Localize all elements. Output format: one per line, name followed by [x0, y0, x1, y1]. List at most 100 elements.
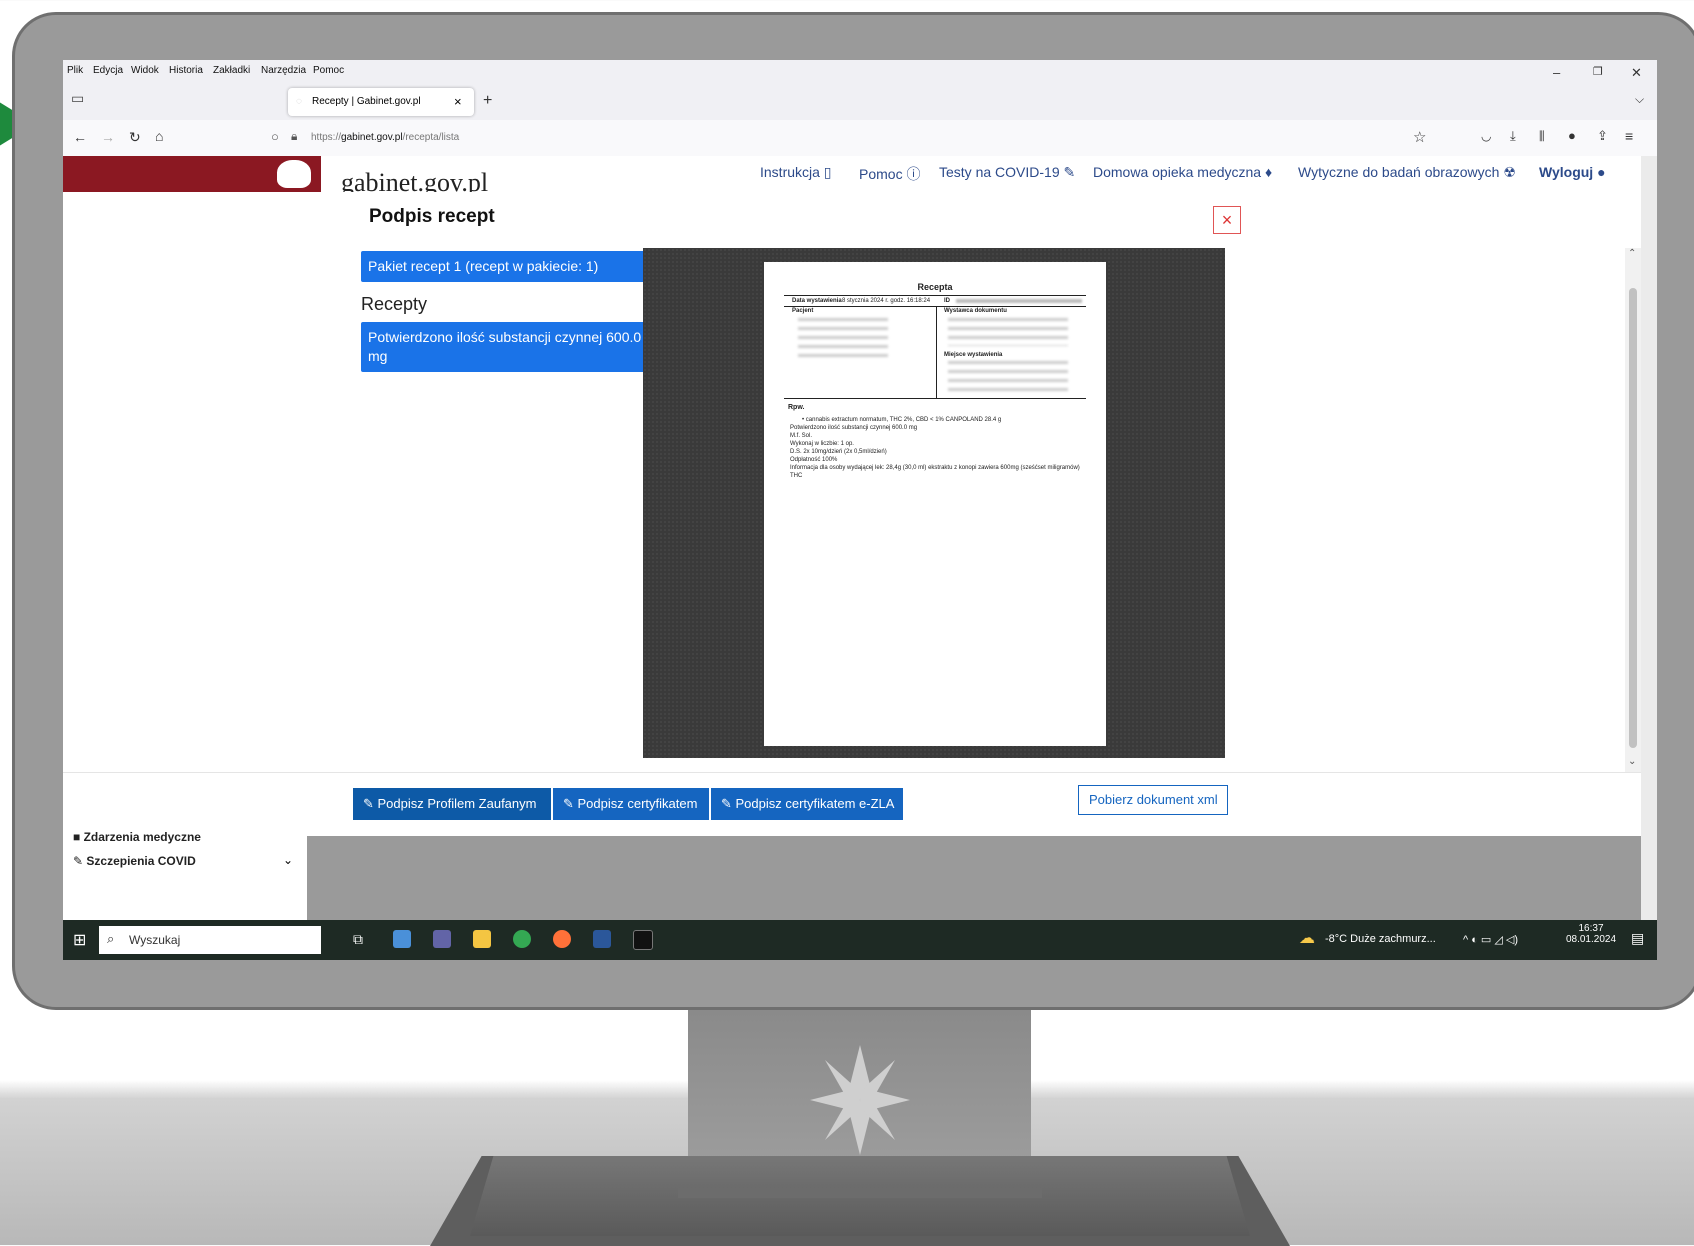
calculator-icon[interactable]: [393, 930, 411, 948]
modal-body: Pakiet recept 1 (recept w pakiecie: 1) R…: [63, 248, 1625, 772]
chrome-icon[interactable]: [513, 930, 531, 948]
new-tab-icon[interactable]: +: [483, 92, 492, 110]
menu-edit[interactable]: Edycja: [93, 65, 123, 76]
pocket-icon[interactable]: ◡: [1481, 129, 1491, 143]
modal-title: Podpis recept: [369, 206, 495, 227]
clock[interactable]: 16:37 08.01.2024: [1561, 923, 1621, 945]
tab-bar: ▭ ◌ Recepty | Gabinet.gov.pl × + ⌵: [63, 82, 1657, 120]
menu-help[interactable]: Pomoc: [313, 65, 344, 76]
doc-title: Recepta: [917, 282, 953, 292]
nav-pomoc[interactable]: Pomoc ⓘ: [859, 164, 920, 184]
package-item[interactable]: Pakiet recept 1 (recept w pakiecie: 1): [361, 251, 651, 282]
back-icon[interactable]: ←: [73, 129, 87, 145]
url-bar[interactable]: ○ 🔒︎ https://gabinet.gov.pl/recepta/list…: [263, 126, 1463, 150]
home-icon[interactable]: ⌂: [155, 128, 163, 144]
tab-recepty[interactable]: ◌ Recepty | Gabinet.gov.pl ×: [288, 88, 474, 116]
bookmark-star-icon[interactable]: ☆: [1413, 128, 1426, 146]
eagle-emblem-icon: [277, 160, 311, 188]
tab-close-icon[interactable]: ×: [454, 94, 462, 109]
task-view-icon[interactable]: ⧉: [353, 931, 363, 948]
doc-id-label: ID: [944, 298, 950, 304]
scroll-down-icon[interactable]: ⌄: [1628, 756, 1636, 767]
section-recepty: Recepty: [361, 294, 428, 314]
restore-icon[interactable]: ❐: [1593, 65, 1603, 78]
word-icon[interactable]: [593, 930, 611, 948]
sidebar-item-szczepienia[interactable]: ✎ Szczepienia COVID: [73, 854, 196, 868]
screen: Plik Edycja Widok Historia Zakładki Narz…: [63, 60, 1657, 960]
share-icon[interactable]: ⇪: [1597, 128, 1608, 144]
menu-view[interactable]: Widok: [131, 65, 159, 76]
firefox-icon[interactable]: [553, 930, 571, 948]
scroll-thumb[interactable]: [1629, 288, 1637, 748]
sidebar-item-zdarzenia[interactable]: ■ Zdarzenia medyczne: [73, 830, 201, 844]
sign-certificate-ezla-button[interactable]: ✎ Podpisz certyfikatem e-ZLA: [711, 788, 903, 820]
redacted-issuer: [948, 318, 1068, 346]
chevron-down-icon[interactable]: ⌵: [1635, 92, 1644, 107]
menu-bookmarks[interactable]: Zakładki: [213, 65, 250, 76]
star-logo-icon: [810, 1045, 910, 1155]
url-text: https://gabinet.gov.pl/recepta/lista: [311, 132, 460, 143]
nav-covid[interactable]: Testy na COVID-19 ✎: [939, 164, 1075, 181]
sidebar-chevron-icon[interactable]: ⌄: [283, 853, 293, 867]
doc-date: 8 stycznia 2024 r. godz. 16:18:24: [842, 298, 931, 304]
logout-link[interactable]: Wyloguj ●: [1539, 164, 1606, 180]
doc-issuer-label: Wystawca dokumentu: [944, 308, 1007, 314]
shield-icon: ○: [271, 129, 279, 144]
redacted-patient: [798, 318, 888, 362]
tab-title: Recepty | Gabinet.gov.pl: [312, 96, 421, 107]
modal-scrollbar[interactable]: ⌃ ⌄: [1625, 248, 1641, 772]
library-icon[interactable]: ⫼: [1539, 129, 1545, 144]
site-header: gabinet.gov.pl Instrukcja ▯ Pomoc ⓘ Test…: [63, 156, 1641, 197]
stand-shadow: [678, 1188, 1042, 1198]
menu-file[interactable]: Plik: [67, 65, 83, 76]
site-content: gabinet.gov.pl Instrukcja ▯ Pomoc ⓘ Test…: [63, 156, 1641, 960]
reload-icon[interactable]: ↻: [129, 129, 141, 146]
page-scrollbar[interactable]: [1641, 156, 1657, 960]
doc-date-label: Data wystawienia: [792, 298, 842, 304]
nav-opieka[interactable]: Domowa opieka medyczna ♦: [1093, 164, 1272, 180]
close-window-icon[interactable]: ✕: [1631, 65, 1642, 81]
search-icon: ⌕: [107, 931, 115, 946]
nav-bar: ← → ↻ ⌂ ○ 🔒︎ https://gabinet.gov.pl/rece…: [63, 120, 1657, 157]
header-red-bar: [63, 156, 321, 192]
menu-history[interactable]: Historia: [169, 65, 203, 76]
windows-taskbar: ⊞ ⌕ Wyszukaj ⧉ ☁ -8°C Duże zachmurz... ^…: [63, 920, 1657, 960]
favicon-icon: ◌: [296, 96, 302, 107]
doc-lines: • cannabis extractum normatum, THC 2%, C…: [790, 417, 1080, 479]
forward-icon[interactable]: →: [101, 129, 115, 145]
acrobat-icon[interactable]: [633, 930, 653, 950]
lock-icon: 🔒︎: [291, 129, 298, 143]
modal-header: Podpis recept ×: [63, 192, 1641, 249]
notification-icon[interactable]: ▤: [1631, 930, 1644, 947]
scroll-up-icon[interactable]: ⌃: [1628, 248, 1636, 259]
taskbar-search[interactable]: ⌕ Wyszukaj: [99, 926, 321, 954]
sign-trusted-profile-button[interactable]: ✎ Podpisz Profilem Zaufanym: [353, 788, 551, 820]
modal-close-button[interactable]: ×: [1213, 206, 1241, 234]
menu-tools[interactable]: Narzędzia: [261, 65, 306, 76]
tab-list-icon[interactable]: ▭: [71, 90, 84, 107]
doc-rpw: Rpw.: [788, 404, 805, 411]
pdf-page: Recepta Data wystawienia 8 stycznia 2024…: [764, 262, 1106, 746]
account-icon[interactable]: ●: [1568, 128, 1576, 143]
tray-icons[interactable]: ^ ◐ ▭ ◿ ◁): [1463, 933, 1518, 946]
pdf-viewer[interactable]: Recepta Data wystawienia 8 stycznia 2024…: [643, 248, 1225, 758]
minimize-icon[interactable]: –: [1553, 65, 1560, 80]
download-icon[interactable]: ⤓: [1510, 128, 1516, 144]
menu-bar: Plik Edycja Widok Historia Zakładki Narz…: [63, 60, 1657, 82]
redacted-place: [948, 361, 1068, 391]
prescription-item[interactable]: Potwierdzono ilość substancji czynnej 60…: [361, 322, 651, 372]
explorer-icon[interactable]: [473, 930, 491, 948]
teams-icon[interactable]: [433, 930, 451, 948]
windows-start-icon[interactable]: ⊞: [73, 930, 86, 950]
hamburger-menu-icon[interactable]: ≡: [1625, 128, 1633, 144]
sign-certificate-button[interactable]: ✎ Podpisz certyfikatem: [553, 788, 709, 820]
doc-patient-label: Pacjent: [792, 308, 814, 314]
modal-footer: ✎ Podpisz Profilem Zaufanym ✎ Podpisz ce…: [63, 772, 1641, 837]
doc-place-label: Miejsce wystawienia: [944, 352, 1003, 358]
weather-icon[interactable]: ☁: [1299, 928, 1315, 948]
search-placeholder: Wyszukaj: [129, 933, 181, 947]
nav-instrukcja[interactable]: Instrukcja ▯: [760, 164, 832, 181]
nav-wytyczne[interactable]: Wytyczne do badań obrazowych ☢: [1298, 164, 1516, 181]
download-xml-button[interactable]: Pobierz dokument xml: [1078, 785, 1228, 815]
weather-text[interactable]: -8°C Duże zachmurz...: [1325, 933, 1436, 945]
